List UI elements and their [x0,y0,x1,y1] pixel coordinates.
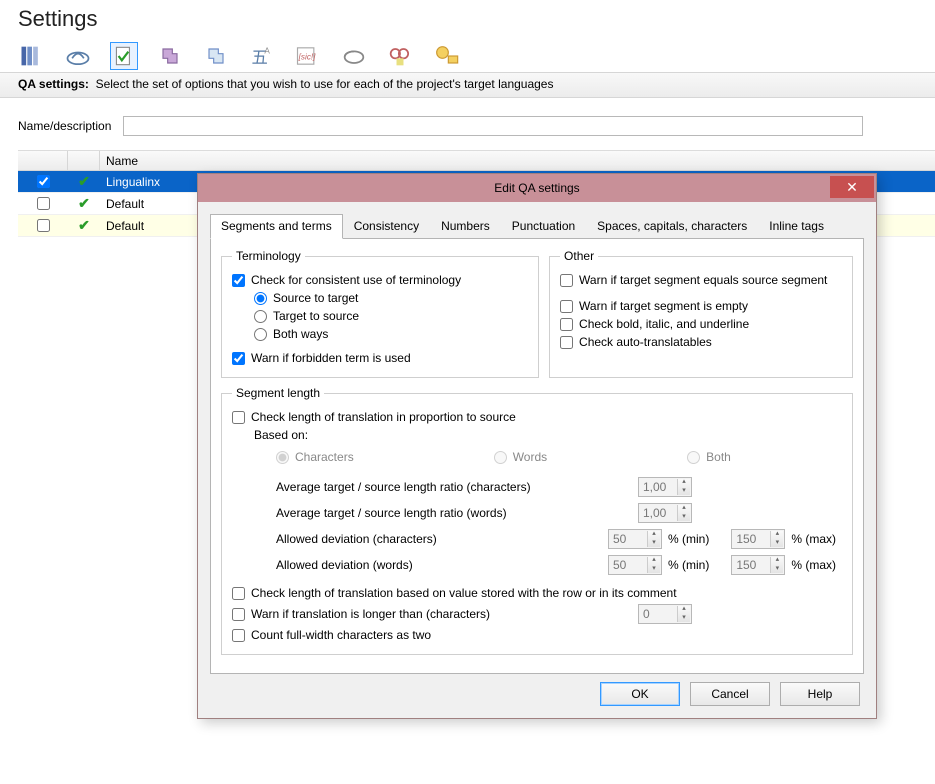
fieldset-segment-length: Segment length Check length of translati… [221,386,853,655]
toolbar-qa-icon[interactable] [110,42,138,70]
legend-terminology: Terminology [232,249,305,263]
tab-inline-tags[interactable]: Inline tags [758,214,835,239]
spin-dev-words-min[interactable]: 50 [608,555,662,575]
name-input[interactable] [123,116,863,136]
help-button[interactable]: Help [780,682,860,706]
label-basis-chars: Characters [295,450,354,464]
spin-dev-chars-max[interactable]: 150 [731,529,785,549]
tab-numbers[interactable]: Numbers [430,214,501,239]
ok-button[interactable]: OK [600,682,680,706]
toolbar: 五A [sic!] [0,36,935,72]
fieldset-other: Other Warn if target segment equals sour… [549,249,853,378]
toolbar-nontrans-icon[interactable] [432,42,460,70]
qa-label: QA settings: [18,77,89,91]
close-icon[interactable]: ✕ [830,176,874,198]
check-auto-trans[interactable] [560,336,573,349]
label-both-ways: Both ways [273,327,328,341]
radio-basis-chars[interactable] [276,451,289,464]
check-consistent-terminology[interactable] [232,274,245,287]
page-title: Settings [0,0,935,36]
label-auto-trans: Check auto-translatables [579,335,712,349]
svg-text:A: A [264,47,270,56]
toolbar-plugin1-icon[interactable] [156,42,184,70]
check-length-stored[interactable] [232,587,245,600]
toolbar-sic-icon[interactable]: [sic!] [294,42,322,70]
label-avg-words: Average target / source length ratio (wo… [276,506,638,520]
fieldset-terminology: Terminology Check for consistent use of … [221,249,539,378]
toolbar-autotrans-icon[interactable] [340,42,368,70]
spin-avg-chars[interactable]: 1,00 [638,477,692,497]
row-checkbox[interactable] [37,175,50,188]
qa-description-bar: QA settings: Select the set of options t… [0,72,935,98]
label-avg-chars: Average target / source length ratio (ch… [276,480,638,494]
check-warn-empty[interactable] [560,300,573,313]
radio-target-to-source[interactable] [254,310,267,323]
label-length-stored: Check length of translation based on val… [251,586,677,600]
radio-both-ways[interactable] [254,328,267,341]
pct-max-2: % (max) [791,558,836,572]
toolbar-plugin2-icon[interactable] [202,42,230,70]
check-warn-forbidden[interactable] [232,352,245,365]
toolbar-font-icon[interactable]: 五A [248,42,276,70]
cancel-button[interactable]: Cancel [690,682,770,706]
legend-segment-length: Segment length [232,386,324,400]
check-biu[interactable] [560,318,573,331]
tab-consistency[interactable]: Consistency [343,214,430,239]
label-warn-forbidden: Warn if forbidden term is used [251,351,411,365]
label-dev-chars: Allowed deviation (characters) [276,532,608,546]
spin-dev-chars-min[interactable]: 50 [608,529,662,549]
grid-col-name[interactable]: Name [100,151,935,170]
spin-warn-longer[interactable]: 0 [638,604,692,624]
edit-qa-dialog: Edit QA settings ✕ Segments and termsCon… [197,173,877,719]
toolbar-pretrans-icon[interactable] [64,42,92,70]
row-checkbox[interactable] [37,219,50,232]
radio-basis-words[interactable] [494,451,507,464]
check-length-proportion[interactable] [232,411,245,424]
label-basis-words: Words [513,450,547,464]
tab-spaces-capitals-characters[interactable]: Spaces, capitals, characters [586,214,758,239]
legend-other: Other [560,249,598,263]
dialog-title: Edit QA settings [198,181,876,195]
label-warn-equals: Warn if target segment equals source seg… [579,273,827,287]
pct-max-1: % (max) [791,532,836,546]
label-based-on: Based on: [254,428,308,442]
label-warn-empty: Warn if target segment is empty [579,299,748,313]
pct-min-2: % (min) [668,558,709,572]
toolbar-tm-icon[interactable] [18,42,46,70]
radio-source-to-target[interactable] [254,292,267,305]
qa-desc: Select the set of options that you wish … [96,77,554,91]
check-count-fullwidth[interactable] [232,629,245,642]
toolbar-regex-icon[interactable] [386,42,414,70]
label-target-to-source: Target to source [273,309,359,323]
radio-basis-both[interactable] [687,451,700,464]
spin-avg-words[interactable]: 1,00 [638,503,692,523]
tab-punctuation[interactable]: Punctuation [501,214,586,239]
label-source-to-target: Source to target [273,291,358,305]
tab-segments-and-terms[interactable]: Segments and terms [210,214,343,239]
name-label: Name/description [18,119,111,133]
check-warn-equals[interactable] [560,274,573,287]
dialog-titlebar[interactable]: Edit QA settings ✕ [198,174,876,202]
svg-text:[sic!]: [sic!] [298,53,317,62]
tabstrip: Segments and termsConsistencyNumbersPunc… [210,214,864,239]
label-length-proportion: Check length of translation in proportio… [251,410,516,424]
pct-min-1: % (min) [668,532,709,546]
label-consistent-terminology: Check for consistent use of terminology [251,273,461,287]
label-dev-words: Allowed deviation (words) [276,558,608,572]
checkmark-icon: ✔ [78,217,90,234]
label-biu: Check bold, italic, and underline [579,317,749,331]
label-basis-both: Both [706,450,731,464]
checkmark-icon: ✔ [78,195,90,212]
row-checkbox[interactable] [37,197,50,210]
checkmark-icon: ✔ [78,173,90,190]
label-warn-longer: Warn if translation is longer than (char… [251,607,632,621]
label-count-fullwidth: Count full-width characters as two [251,628,431,642]
check-warn-longer[interactable] [232,608,245,621]
spin-dev-words-max[interactable]: 150 [731,555,785,575]
